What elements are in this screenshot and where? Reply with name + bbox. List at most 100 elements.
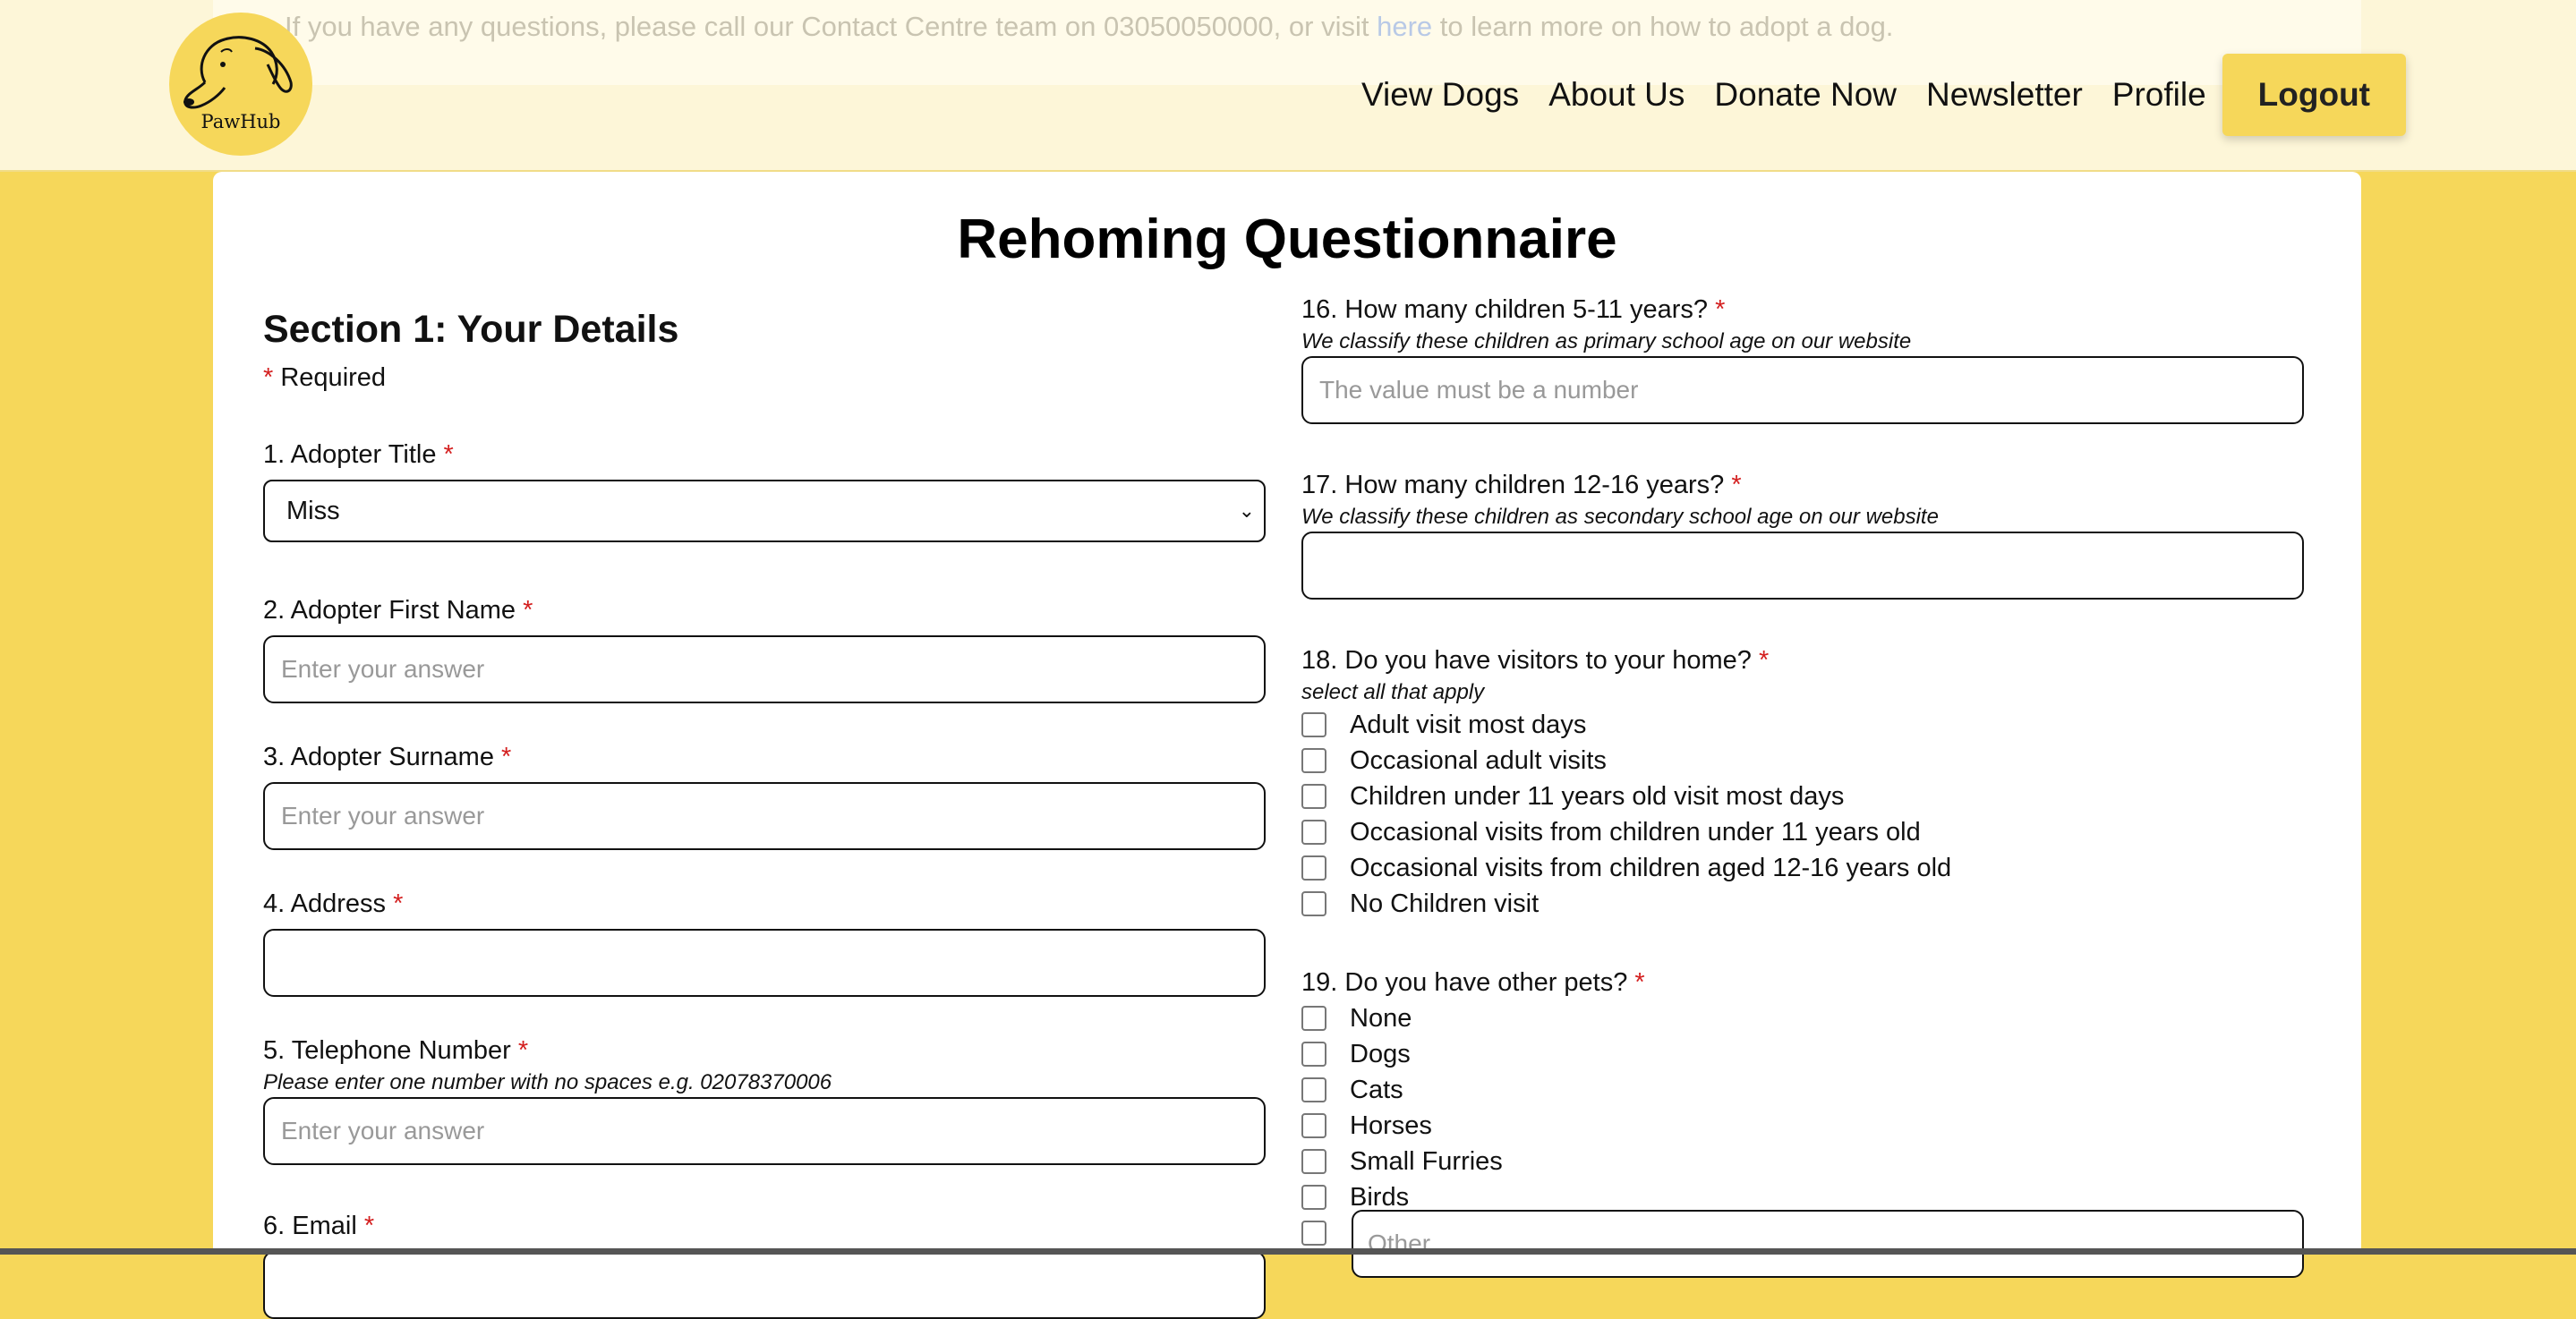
contact-notice: If you have any questions, please call o… [285,11,1893,43]
pet-option[interactable]: Small Furries [1301,1144,1503,1179]
q5-hint: Please enter one number with no spaces e… [263,1070,832,1094]
checkbox[interactable] [1301,1149,1326,1174]
required-star: * [263,363,274,392]
checkbox[interactable] [1301,1077,1326,1102]
address-input[interactable] [263,929,1266,997]
checkbox[interactable] [1301,1042,1326,1067]
pet-option[interactable]: Cats [1301,1072,1403,1108]
surname-input[interactable]: Enter your answer [263,782,1266,850]
main-nav: View Dogs About Us Donate Now Newsletter… [1332,54,2406,136]
nav-donate-now[interactable]: Donate Now [1714,76,1897,114]
q4-label: 4. Address * [263,889,403,919]
chevron-down-icon: ⌄ [1238,499,1255,522]
visitor-option[interactable]: Adult visit most days [1301,707,1586,743]
required-star: * [501,743,512,771]
checkbox[interactable] [1301,891,1326,916]
nav-newsletter[interactable]: Newsletter [1926,76,2083,114]
q2-label-text: 2. Adopter First Name [263,596,516,625]
q18-label: 18. Do you have visitors to your home? * [1301,646,1769,676]
contact-notice-text: If you have any questions, please call o… [285,11,1378,42]
required-star: * [523,596,533,625]
checkbox[interactable] [1301,748,1326,773]
visitor-option-label: Adult visit most days [1350,710,1587,739]
required-star: * [443,440,454,469]
logo-text: PawHub [200,111,281,132]
window-bottom-edge [0,1248,2576,1255]
visitor-option[interactable]: Occasional visits from children aged 12-… [1301,850,1951,886]
pet-option-label: Horses [1350,1111,1432,1140]
q16-label: 16. How many children 5-11 years? * [1301,295,1725,325]
required-star: * [393,889,404,918]
q17-label: 17. How many children 12-16 years? * [1301,471,1742,500]
required-label: Required [280,363,387,392]
q16-label-text: 16. How many children 5-11 years? [1301,295,1709,324]
q17-hint: We classify these children as secondary … [1301,505,1939,529]
nav-profile[interactable]: Profile [2112,76,2206,114]
checkbox[interactable] [1301,1221,1326,1246]
pet-option[interactable]: None [1301,1000,1412,1036]
q3-label-text: 3. Adopter Surname [263,743,494,771]
visitor-option[interactable]: Children under 11 years old visit most d… [1301,779,1844,814]
pet-option-label: Cats [1350,1075,1403,1104]
nav-view-dogs[interactable]: View Dogs [1361,76,1519,114]
q6-label-text: 6. Email [263,1212,357,1240]
visitor-option[interactable]: No Children visit [1301,886,1539,922]
required-star: * [1759,646,1770,675]
q6-label: 6. Email * [263,1212,374,1241]
pet-option-label: None [1350,1003,1412,1033]
q5-label: 5. Telephone Number * [263,1036,528,1066]
checkbox[interactable] [1301,1006,1326,1031]
checkbox[interactable] [1301,1185,1326,1210]
required-star: * [363,1212,375,1240]
checkbox[interactable] [1301,855,1326,881]
visitor-option[interactable]: Occasional adult visits [1301,743,1607,779]
q19-label: 19. Do you have other pets? * [1301,968,1645,998]
pet-option-label: Small Furries [1350,1146,1503,1176]
pet-option-other[interactable] [1301,1215,1350,1251]
visitor-option[interactable]: Occasional visits from children under 11… [1301,814,1921,850]
children-5-11-input[interactable]: The value must be a number [1301,356,2304,424]
pet-option-label: Birds [1350,1182,1410,1212]
learn-more-link[interactable]: here [1377,11,1432,42]
checkbox[interactable] [1301,1113,1326,1138]
section-title: Section 1: Your Details [263,308,679,351]
required-star: * [1731,471,1742,499]
q19-label-text: 19. Do you have other pets? [1301,968,1628,997]
pet-option-label: Dogs [1350,1039,1411,1068]
required-star: * [517,1036,529,1065]
q18-hint: select all that apply [1301,680,1485,704]
other-pets-input[interactable]: Other [1352,1210,2304,1278]
email-input[interactable] [263,1251,1266,1319]
checkbox[interactable] [1301,820,1326,845]
checkbox[interactable] [1301,712,1326,737]
required-note: * Required [263,363,386,393]
logout-button[interactable]: Logout [2222,54,2406,136]
site-header: If you have any questions, please call o… [0,0,2576,172]
q5-label-text: 5. Telephone Number [263,1036,511,1065]
telephone-input[interactable]: Enter your answer [263,1097,1266,1165]
children-12-16-input[interactable] [1301,532,2304,600]
q1-label-text: 1. Adopter Title [263,440,437,469]
required-star: * [1715,295,1726,324]
adopter-title-value: Miss [286,497,340,525]
pet-option[interactable]: Horses [1301,1108,1432,1144]
pawhub-logo[interactable]: PawHub [169,13,312,156]
visitor-option-label: Occasional visits from children under 11… [1350,817,1921,847]
q4-label-text: 4. Address [263,889,387,918]
q2-label: 2. Adopter First Name * [263,596,533,625]
contact-notice-text-end: to learn more on how to adopt a dog. [1432,11,1894,42]
q3-label: 3. Adopter Surname * [263,743,511,772]
q18-label-text: 18. Do you have visitors to your home? [1301,646,1752,675]
q16-hint: We classify these children as primary sc… [1301,329,1912,353]
visitor-option-label: Children under 11 years old visit most d… [1350,781,1845,811]
nav-about-us[interactable]: About Us [1548,76,1685,114]
visitor-option-label: Occasional visits from children aged 12-… [1350,853,1952,882]
first-name-input[interactable]: Enter your answer [263,635,1266,703]
visitor-option-label: No Children visit [1350,889,1540,918]
adopter-title-select[interactable]: Miss ⌄ [263,480,1266,542]
pet-option[interactable]: Dogs [1301,1036,1411,1072]
q1-label: 1. Adopter Title * [263,440,454,470]
checkbox[interactable] [1301,784,1326,809]
required-star: * [1634,968,1645,997]
q17-label-text: 17. How many children 12-16 years? [1301,471,1725,499]
